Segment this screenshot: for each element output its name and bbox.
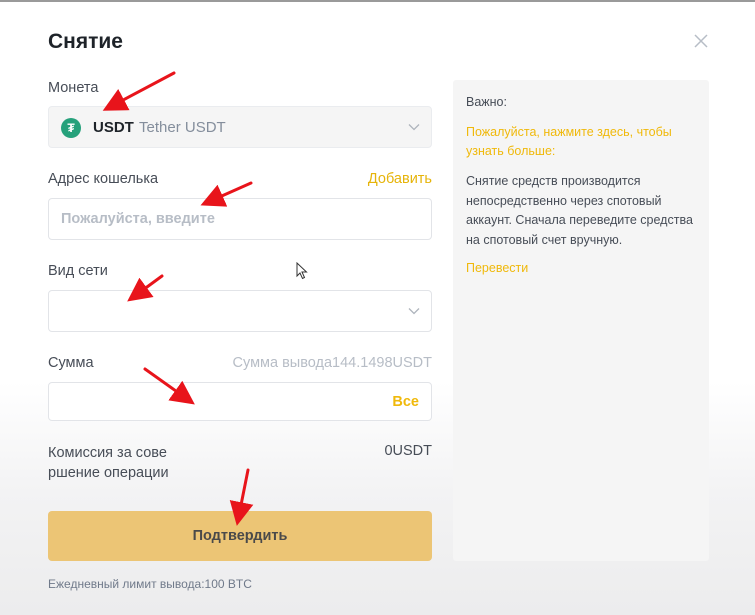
amount-field: Все xyxy=(48,382,432,421)
fee-value: 0USDT xyxy=(384,443,432,459)
daily-limit-text: Ежедневный лимит вывода:100 BTC xyxy=(48,577,252,591)
close-icon[interactable] xyxy=(690,30,712,52)
max-amount-button[interactable]: Все xyxy=(392,394,419,410)
coin-name: Tether USDT xyxy=(139,119,226,136)
add-address-link[interactable]: Добавить xyxy=(368,171,432,187)
learn-more-link[interactable]: Пожалуйста, нажмите здесь, чтобы узнать … xyxy=(466,123,706,161)
mouse-cursor-icon xyxy=(296,262,308,280)
info-title: Важно: xyxy=(466,95,507,109)
amount-input[interactable] xyxy=(61,393,381,413)
coin-label: Монета xyxy=(48,80,99,96)
dialog-title: Снятие xyxy=(48,30,123,53)
amount-label: Сумма xyxy=(48,355,94,371)
transfer-link[interactable]: Перевести xyxy=(466,261,528,275)
available-amount: Сумма вывода144.1498USDT xyxy=(232,355,432,371)
network-select[interactable] xyxy=(48,290,432,332)
wallet-address-label: Адрес кошелька xyxy=(48,171,159,187)
info-text: Снятие средств производится непосредстве… xyxy=(466,174,693,247)
coin-symbol: USDT xyxy=(93,119,134,136)
wallet-address-field xyxy=(48,198,432,240)
top-border xyxy=(0,0,755,2)
fee-label: Комиссия за сове ршение операции xyxy=(48,445,169,481)
chevron-down-icon xyxy=(408,124,420,131)
info-panel: Важно: Пожалуйста, нажмите здесь, чтобы … xyxy=(453,80,709,561)
wallet-address-input[interactable] xyxy=(61,209,401,229)
tether-logo-icon: ₮ xyxy=(61,118,81,138)
coin-select[interactable]: ₮ USDT Tether USDT xyxy=(48,106,432,148)
red-arrow-annotation xyxy=(102,71,176,111)
confirm-button[interactable]: Подтвердить xyxy=(48,511,432,561)
chevron-down-icon xyxy=(408,308,420,315)
network-label: Вид сети xyxy=(48,263,108,279)
